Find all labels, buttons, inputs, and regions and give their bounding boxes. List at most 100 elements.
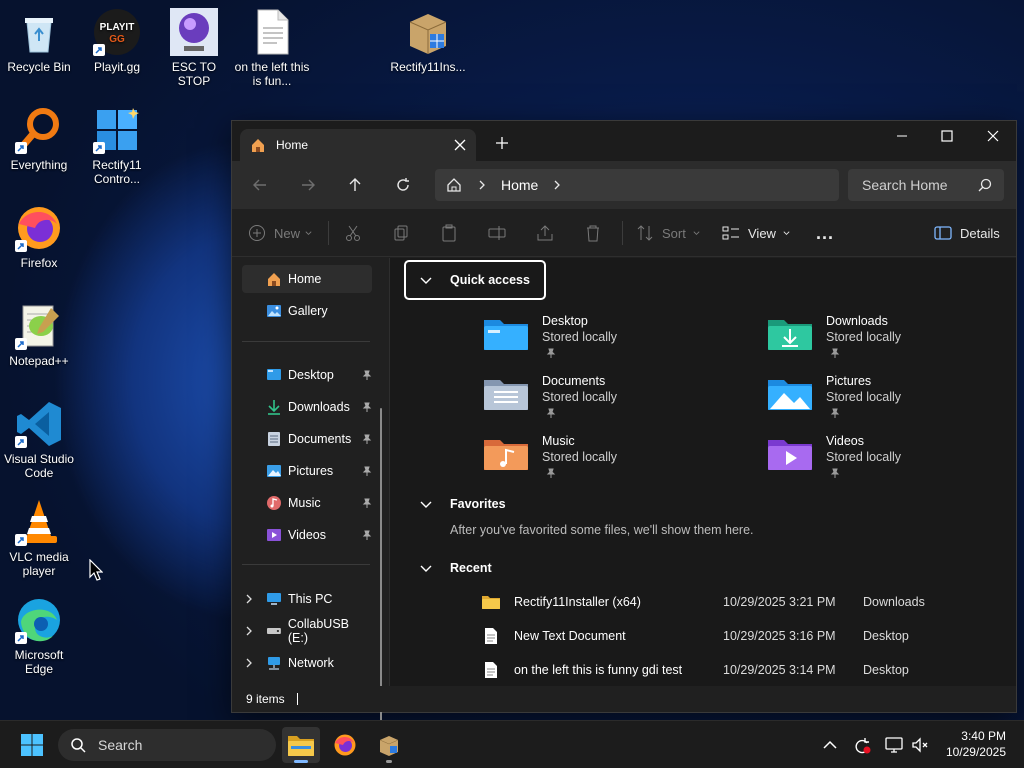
tab-home[interactable]: Home xyxy=(240,129,476,161)
desktop-icon-firefox[interactable]: Firefox xyxy=(1,204,77,270)
pin-icon xyxy=(546,408,556,418)
folder-tile-documents[interactable]: Documents Stored locally xyxy=(484,370,744,426)
pin-icon xyxy=(546,348,556,358)
breadcrumb-home[interactable]: Home xyxy=(501,177,538,193)
documents-folder-icon xyxy=(484,380,528,410)
folder-tile-desktop[interactable]: Desktop Stored locally xyxy=(484,310,744,366)
chevron-right-icon[interactable] xyxy=(244,626,254,636)
more-options-button[interactable]: ... xyxy=(816,221,834,245)
taskbar-app-file-explorer[interactable] xyxy=(282,727,320,763)
downloads-folder-icon xyxy=(768,320,812,350)
desktop-icon-esc-to-stop[interactable]: ESC TO STOP xyxy=(156,8,232,88)
copy-button[interactable] xyxy=(392,221,410,245)
desktop-icon-rectify11-control[interactable]: Rectify11 Contro... xyxy=(79,106,155,186)
pin-icon[interactable] xyxy=(362,434,372,444)
search-input[interactable]: Search Home xyxy=(848,169,1004,201)
sidebar-item-downloads[interactable]: Downloads xyxy=(242,393,372,421)
rename-button[interactable] xyxy=(488,221,506,245)
desktop-icon-recycle-bin[interactable]: Recycle Bin xyxy=(1,8,77,74)
folder-tile-pictures[interactable]: Pictures Stored locally xyxy=(768,370,1024,426)
desktop-icon-edge[interactable]: Microsoft Edge xyxy=(1,596,77,676)
chevron-right-icon[interactable] xyxy=(477,180,487,190)
recent-item[interactable]: Rectify11Installer (x64) 10/29/2025 3:21… xyxy=(482,588,1002,616)
delete-button[interactable] xyxy=(584,221,602,245)
sidebar-item-this-pc[interactable]: This PC xyxy=(242,585,372,613)
view-button[interactable]: View xyxy=(722,221,791,245)
new-tab-icon[interactable] xyxy=(494,135,510,151)
up-arrow-icon[interactable] xyxy=(345,175,365,195)
back-arrow-icon[interactable] xyxy=(250,175,270,195)
pin-icon[interactable] xyxy=(362,466,372,476)
chevron-down-icon xyxy=(305,230,312,235)
desktop-icon-everything[interactable]: Everything xyxy=(1,106,77,172)
sidebar-item-home[interactable]: Home xyxy=(242,265,372,293)
sidebar-scrollbar[interactable] xyxy=(380,408,382,768)
status-bar: 9 items xyxy=(232,686,1016,712)
pin-icon[interactable] xyxy=(362,530,372,540)
sidebar-item-videos[interactable]: Videos xyxy=(242,521,372,549)
sidebar-item-music[interactable]: Music xyxy=(242,489,372,517)
chevron-right-icon[interactable] xyxy=(244,594,254,604)
section-favorites[interactable]: Favorites xyxy=(420,494,506,514)
chevron-up-icon[interactable] xyxy=(820,735,840,755)
pin-icon[interactable] xyxy=(362,370,372,380)
refresh-icon[interactable] xyxy=(393,175,413,195)
sidebar-item-desktop[interactable]: Desktop xyxy=(242,361,372,389)
forward-arrow-icon[interactable] xyxy=(298,175,318,195)
volume-muted-icon[interactable] xyxy=(910,735,930,755)
home-icon[interactable] xyxy=(445,176,463,194)
recent-item[interactable]: New Text Document 10/29/2025 3:16 PM Des… xyxy=(482,622,1002,650)
folder-tile-music[interactable]: Music Stored locally xyxy=(484,430,744,486)
tab-title: Home xyxy=(276,138,309,152)
sidebar-item-pictures[interactable]: Pictures xyxy=(242,457,372,485)
details-pane-icon xyxy=(934,226,952,240)
taskbar: Search 3:40 PM 10/29/2025 xyxy=(0,720,1024,768)
desktop-icon-label: Visual Studio Code xyxy=(4,452,74,480)
maximize-button[interactable] xyxy=(924,121,970,151)
pin-icon[interactable] xyxy=(362,498,372,508)
sync-alert-icon[interactable] xyxy=(852,735,872,755)
paste-button[interactable] xyxy=(440,221,458,245)
close-button[interactable] xyxy=(970,121,1016,151)
title-bar[interactable]: Home xyxy=(232,121,1016,161)
details-button[interactable]: Details xyxy=(934,221,1000,245)
section-recent[interactable]: Recent xyxy=(420,558,492,578)
desktop-icon-playit[interactable]: PLAYIT GG Playit.gg xyxy=(79,8,155,74)
desktop-icon-vscode[interactable]: Visual Studio Code xyxy=(1,400,77,480)
pin-icon[interactable] xyxy=(362,402,372,412)
chevron-right-icon[interactable] xyxy=(552,180,562,190)
cut-button[interactable] xyxy=(344,221,362,245)
share-button[interactable] xyxy=(536,221,554,245)
sidebar-item-gallery[interactable]: Gallery xyxy=(242,297,372,325)
recent-item[interactable]: on the left this is funny gdi test 10/29… xyxy=(482,656,1002,684)
music-folder-icon xyxy=(267,496,281,510)
chevron-down-icon xyxy=(693,230,700,235)
sidebar-item-documents[interactable]: Documents xyxy=(242,425,372,453)
start-windows-icon[interactable] xyxy=(20,733,44,757)
taskbar-app-installer[interactable] xyxy=(370,727,408,763)
desktop-icon-vlc[interactable]: VLC media player xyxy=(1,498,77,578)
address-bar[interactable]: Home xyxy=(435,169,839,201)
desktop-icon-label: Everything xyxy=(10,158,68,172)
sidebar-item-usb-drive[interactable]: CollabUSB (E:) xyxy=(242,617,372,645)
system-clock[interactable]: 3:40 PM 10/29/2025 xyxy=(946,728,1006,760)
taskbar-app-firefox[interactable] xyxy=(326,727,364,763)
plus-circle-icon xyxy=(249,225,265,241)
view-list-icon xyxy=(722,226,739,240)
pin-icon xyxy=(830,408,840,418)
desktop-icon-rectify11-installer[interactable]: Rectify11Ins... xyxy=(390,8,466,74)
desktop-icon-notepadpp[interactable]: Notepad++ xyxy=(1,302,77,368)
minimize-button[interactable] xyxy=(879,121,925,151)
section-quick-access[interactable]: Quick access xyxy=(404,260,546,300)
close-tab-icon[interactable] xyxy=(452,137,468,153)
new-button[interactable]: New xyxy=(248,221,313,245)
sidebar-item-network[interactable]: Network xyxy=(242,649,372,677)
chevron-right-icon[interactable] xyxy=(244,658,254,668)
sort-button[interactable]: Sort xyxy=(636,221,701,245)
folder-tile-videos[interactable]: Videos Stored locally xyxy=(768,430,1024,486)
desktop-icon-text-file[interactable]: on the left this is fun... xyxy=(234,8,310,88)
taskbar-search-input[interactable]: Search xyxy=(58,729,276,761)
display-icon[interactable] xyxy=(884,735,904,755)
copy-icon xyxy=(394,225,408,241)
folder-tile-downloads[interactable]: Downloads Stored locally xyxy=(768,310,1024,366)
